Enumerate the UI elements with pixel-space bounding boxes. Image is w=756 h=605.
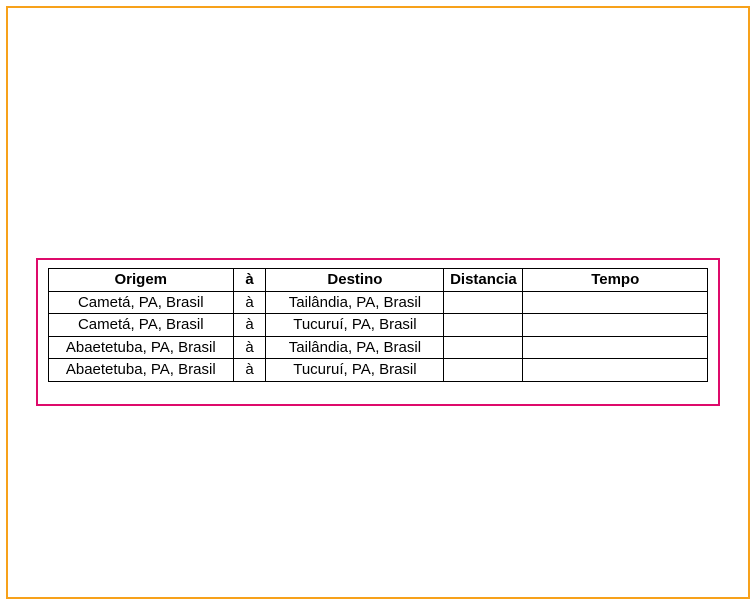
cell-distancia xyxy=(444,314,523,337)
cell-destino: Tucuruí, PA, Brasil xyxy=(266,314,444,337)
cell-a: à xyxy=(233,336,266,359)
header-a: à xyxy=(233,269,266,292)
table-header-row: Origem à Destino Distancia Tempo xyxy=(49,269,708,292)
table-row: Abaetetuba, PA, Brasil à Tucuruí, PA, Br… xyxy=(49,359,708,382)
header-origem: Origem xyxy=(49,269,234,292)
table-container: Origem à Destino Distancia Tempo Cametá,… xyxy=(36,258,720,406)
cell-origem: Cametá, PA, Brasil xyxy=(49,314,234,337)
table-row: Cametá, PA, Brasil à Tucuruí, PA, Brasil xyxy=(49,314,708,337)
cell-tempo xyxy=(523,314,708,337)
header-tempo: Tempo xyxy=(523,269,708,292)
cell-origem: Abaetetuba, PA, Brasil xyxy=(49,359,234,382)
table-row: Cametá, PA, Brasil à Tailândia, PA, Bras… xyxy=(49,291,708,314)
cell-distancia xyxy=(444,359,523,382)
header-distancia: Distancia xyxy=(444,269,523,292)
cell-tempo xyxy=(523,336,708,359)
cell-tempo xyxy=(523,291,708,314)
cell-a: à xyxy=(233,359,266,382)
header-destino: Destino xyxy=(266,269,444,292)
cell-a: à xyxy=(233,291,266,314)
cell-destino: Tailândia, PA, Brasil xyxy=(266,336,444,359)
cell-destino: Tucuruí, PA, Brasil xyxy=(266,359,444,382)
cell-origem: Cametá, PA, Brasil xyxy=(49,291,234,314)
cell-a: à xyxy=(233,314,266,337)
cell-destino: Tailândia, PA, Brasil xyxy=(266,291,444,314)
cell-origem: Abaetetuba, PA, Brasil xyxy=(49,336,234,359)
cell-tempo xyxy=(523,359,708,382)
cell-distancia xyxy=(444,291,523,314)
page-frame: Origem à Destino Distancia Tempo Cametá,… xyxy=(6,6,750,599)
cell-distancia xyxy=(444,336,523,359)
distance-table: Origem à Destino Distancia Tempo Cametá,… xyxy=(48,268,708,382)
table-row: Abaetetuba, PA, Brasil à Tailândia, PA, … xyxy=(49,336,708,359)
